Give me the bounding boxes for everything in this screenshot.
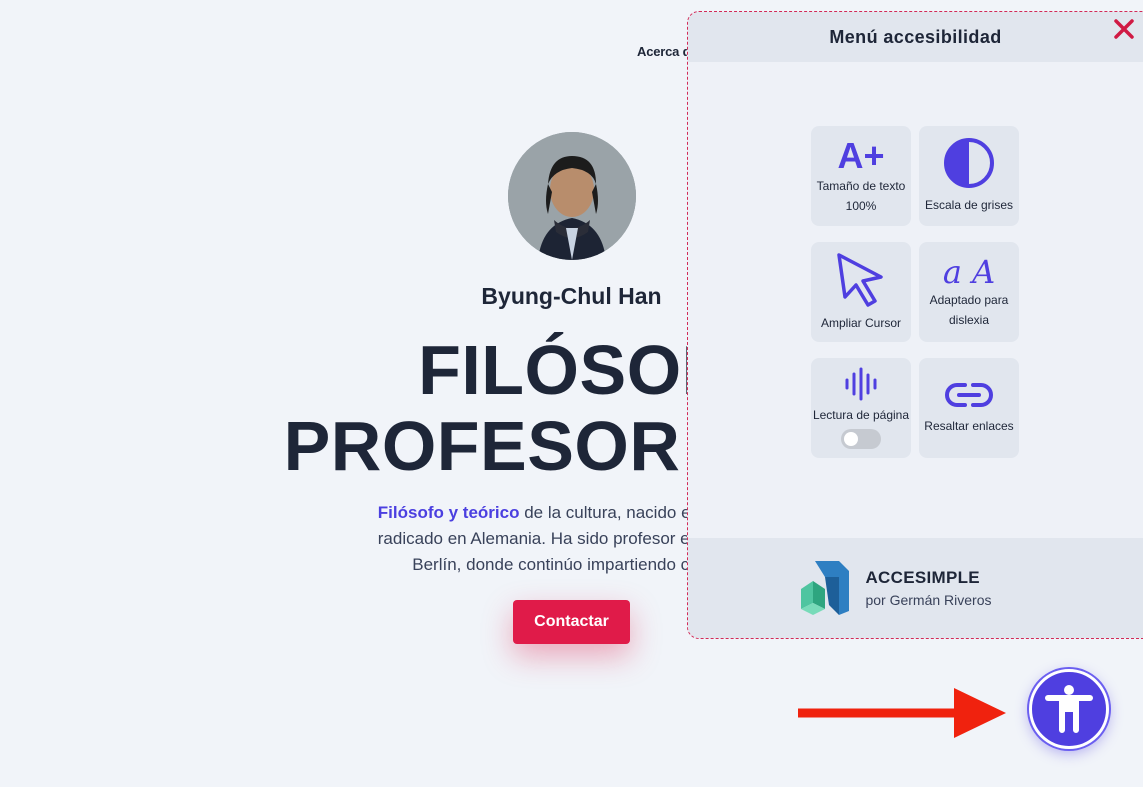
- close-icon: [1114, 19, 1134, 39]
- contact-button[interactable]: Contactar: [513, 600, 630, 644]
- cursor-icon: [837, 253, 883, 307]
- avatar: [508, 132, 636, 260]
- accesimple-logo-icon: [801, 561, 850, 615]
- grayscale-tile[interactable]: Escala de grises: [919, 126, 1019, 226]
- text-size-icon: A+: [837, 135, 885, 176]
- pointer-arrow-icon: [798, 688, 1006, 738]
- brand[interactable]: ACCESIMPLE por Germán Riveros: [799, 559, 992, 617]
- brand-author: por Germán Riveros: [865, 592, 992, 608]
- grayscale-label: Escala de grises: [924, 198, 1014, 212]
- dyslexia-tile[interactable]: a A Adaptado para dislexia: [919, 242, 1019, 342]
- avatar-photo: [508, 132, 636, 260]
- text-size-value: 100%: [845, 199, 877, 213]
- brand-name: ACCESIMPLE: [865, 568, 980, 587]
- accessibility-person-icon: [1045, 685, 1093, 733]
- close-button[interactable]: [1111, 16, 1137, 42]
- highlight-links-label: Resaltar enlaces: [924, 419, 1014, 433]
- accessibility-options: A+ Tamaño de texto 100% Escala de grises…: [811, 126, 1019, 458]
- cursor-label: Ampliar Cursor: [820, 316, 901, 330]
- page-reading-label: Lectura de página: [812, 408, 910, 422]
- grayscale-icon: [944, 138, 994, 188]
- text-size-label: Tamaño de texto: [816, 179, 906, 193]
- accessibility-panel: Menú accesibilidad A+ Tamaño de texto 10…: [687, 11, 1143, 639]
- hero-desc-highlight: Filósofo y teórico: [377, 503, 520, 522]
- audio-wave-icon: [845, 367, 877, 401]
- page-reading-toggle[interactable]: [841, 429, 881, 449]
- highlight-links-tile[interactable]: Resaltar enlaces: [919, 358, 1019, 458]
- page-reading-tile[interactable]: Lectura de página: [811, 358, 911, 458]
- nav-link-about[interactable]: Acerca d: [637, 44, 691, 59]
- dyslexia-label: Adaptado para dislexia: [929, 293, 1009, 327]
- text-size-tile[interactable]: A+ Tamaño de texto 100%: [811, 126, 911, 226]
- toggle-knob: [844, 432, 858, 446]
- panel-header: Menú accesibilidad: [688, 12, 1143, 62]
- dyslexia-icon: a A: [942, 253, 996, 291]
- brand-text: ACCESIMPLE por Germán Riveros: [865, 568, 991, 608]
- panel-footer: ACCESIMPLE por Germán Riveros: [688, 538, 1143, 638]
- cursor-tile[interactable]: Ampliar Cursor: [811, 242, 911, 342]
- accessibility-fab-button[interactable]: [1029, 669, 1109, 749]
- link-icon: [945, 383, 993, 407]
- panel-title: Menú accesibilidad: [829, 26, 1002, 47]
